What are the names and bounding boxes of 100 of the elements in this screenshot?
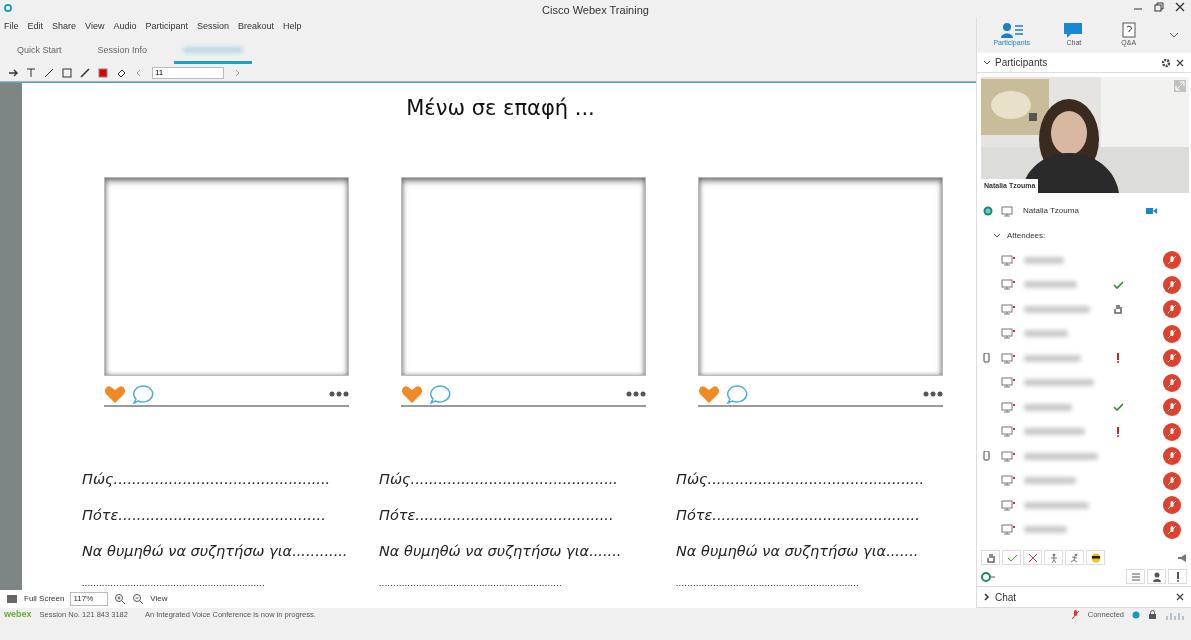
close-icon[interactable] <box>1175 592 1185 602</box>
menu-item[interactable]: File <box>4 20 19 34</box>
menu-item[interactable]: Session <box>197 20 229 34</box>
muted-microphone-icon[interactable] <box>1163 520 1181 539</box>
pen-icon[interactable] <box>80 67 90 78</box>
expand-icon[interactable] <box>993 232 1001 240</box>
yes-button[interactable] <box>1002 550 1021 565</box>
muted-microphone-icon[interactable] <box>1163 275 1181 294</box>
webex-logo: webex <box>4 608 32 622</box>
fill-in-line: ................................................................ <box>379 576 564 590</box>
more-icon <box>923 389 943 398</box>
page-field[interactable]: 11 <box>152 66 224 79</box>
computer-muted-icon <box>1001 524 1016 536</box>
redacted-name <box>1024 305 1090 313</box>
window-title: Cisco Webex Training <box>542 3 649 18</box>
menu-item[interactable]: Breakout <box>238 20 275 34</box>
fill-in-line: Να θυμηθώ να συζητήσω για............ <box>82 541 349 561</box>
zoom-in-icon[interactable] <box>114 593 127 605</box>
menu-item[interactable]: View <box>85 20 105 34</box>
text-tool-icon[interactable] <box>26 67 36 78</box>
eraser-icon[interactable] <box>116 67 126 78</box>
fill-in-line: ................................................................ <box>82 576 267 590</box>
add-participant-button[interactable] <box>1147 569 1166 584</box>
computer-muted-icon <box>1001 450 1016 462</box>
zoom-out-icon[interactable] <box>132 593 145 605</box>
muted-microphone-icon[interactable] <box>1163 300 1181 319</box>
muted-microphone-icon <box>1070 610 1080 620</box>
line-tool-icon[interactable] <box>44 67 54 78</box>
muted-microphone-icon[interactable] <box>1163 471 1181 490</box>
menu-item[interactable]: Audio <box>113 20 137 34</box>
slide-title: Μένω σε επαφή ... <box>406 95 595 122</box>
close-icon[interactable] <box>1175 57 1185 68</box>
muted-microphone-icon[interactable] <box>1163 422 1181 441</box>
megaphone-icon[interactable] <box>1177 552 1187 563</box>
arrow-icon[interactable] <box>8 67 18 78</box>
group-label: Attendees: <box>1007 229 1046 242</box>
alert-button[interactable] <box>1168 569 1187 584</box>
menu-item[interactable]: Participant <box>145 20 188 34</box>
computer-muted-icon <box>1001 499 1016 511</box>
raise-hand-button[interactable] <box>981 550 1000 565</box>
redacted-name <box>1024 501 1089 509</box>
muted-microphone-icon[interactable] <box>1163 496 1181 515</box>
heart-icon <box>698 383 720 404</box>
computer-muted-icon <box>1001 426 1016 438</box>
redacted-name <box>1024 354 1081 362</box>
computer-muted-icon <box>1001 377 1016 389</box>
muted-microphone-icon[interactable] <box>1163 324 1181 343</box>
close-icon[interactable] <box>1175 2 1185 12</box>
lock-icon <box>1148 610 1157 620</box>
more-icon <box>626 389 646 398</box>
app-icon <box>3 3 13 13</box>
settings-icon[interactable] <box>1161 57 1171 68</box>
emoticon-icon <box>1090 552 1101 563</box>
muted-microphone-icon[interactable] <box>1163 398 1181 417</box>
tab[interactable]: Quick Start <box>8 41 71 64</box>
redacted-name <box>1024 379 1094 387</box>
muted-microphone-icon[interactable] <box>1163 251 1181 270</box>
emoticon-button[interactable] <box>1086 550 1105 565</box>
restore-icon[interactable] <box>1154 2 1164 12</box>
no-button[interactable] <box>1023 550 1042 565</box>
computer-icon <box>1001 205 1015 217</box>
fill-in-line: Πώς............................................... <box>676 469 926 489</box>
heart-icon <box>401 383 423 404</box>
speech-bubble-icon <box>726 383 750 404</box>
menu-item[interactable]: Edit <box>27 20 44 34</box>
connected-icon <box>1132 611 1140 619</box>
color-picker-icon[interactable] <box>98 67 108 78</box>
full-screen-icon[interactable] <box>6 593 18 605</box>
full-screen-button[interactable]: Full Screen <box>24 593 65 605</box>
chat-icon <box>1062 21 1085 38</box>
chevron-icon[interactable] <box>983 593 991 601</box>
view-menu[interactable]: View <box>150 593 168 605</box>
redacted-name <box>1024 256 1064 264</box>
menu-item[interactable]: Help <box>283 20 302 34</box>
zoom-select[interactable]: 117% <box>70 592 109 606</box>
redacted-name <box>1024 477 1076 485</box>
fill-in-line: Πότε........................................... <box>379 505 615 525</box>
collapse-icon[interactable] <box>983 59 991 66</box>
rectangle-tool-icon[interactable] <box>62 67 72 78</box>
tab[interactable]: Session Info <box>88 41 157 64</box>
redacted-name <box>1024 526 1067 534</box>
speech-bubble-icon <box>132 383 156 404</box>
heart-icon <box>104 383 126 404</box>
muted-microphone-icon[interactable] <box>1163 349 1181 368</box>
participant-name: Natalia Tzouma <box>1023 205 1080 218</box>
computer-muted-icon <box>1001 254 1016 266</box>
fill-in-line: Πότε............................................. <box>82 505 327 525</box>
muted-microphone-icon[interactable] <box>1163 373 1181 392</box>
computer-muted-icon <box>1001 475 1016 487</box>
video-camera-icon <box>1146 206 1157 217</box>
slow-down-icon <box>1048 552 1059 563</box>
speech-bubble-icon <box>429 383 453 404</box>
computer-muted-icon <box>1001 279 1016 291</box>
status-icon[interactable] <box>981 571 996 582</box>
slow-down-button[interactable] <box>1044 550 1063 565</box>
muted-microphone-icon[interactable] <box>1163 447 1181 466</box>
redacted-name <box>1024 428 1085 436</box>
chevron-icon[interactable] <box>1168 31 1179 39</box>
menu-item[interactable]: Share <box>52 20 77 34</box>
no-icon <box>1027 552 1038 563</box>
